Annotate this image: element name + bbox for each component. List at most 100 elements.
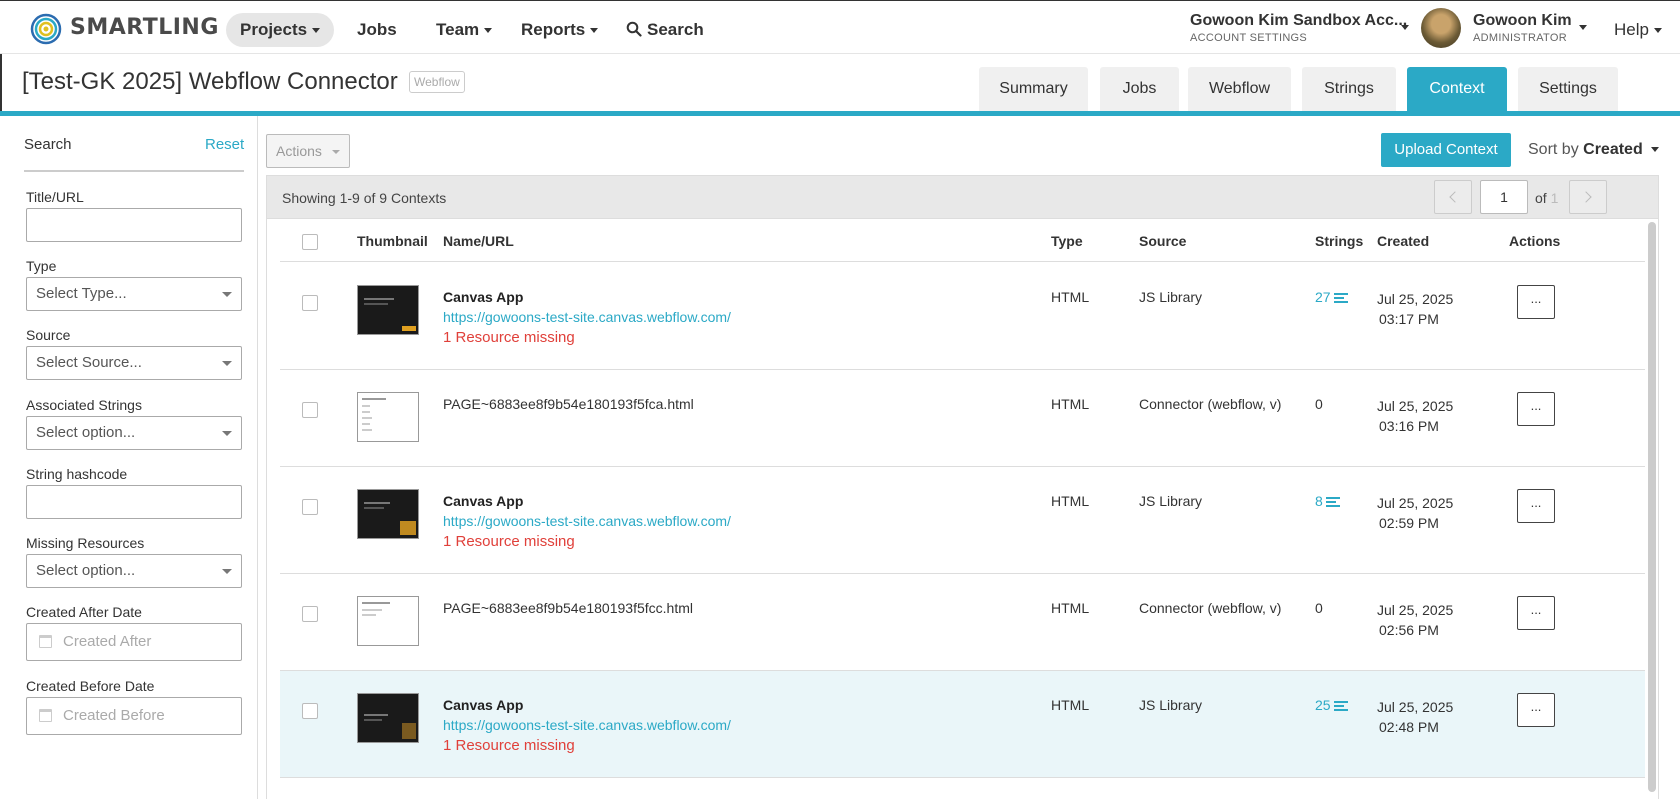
actions-dropdown[interactable]: Actions	[266, 134, 350, 168]
strings-list-icon	[1325, 496, 1340, 508]
row-checkbox[interactable]	[302, 295, 318, 311]
table-row[interactable]: Canvas App https://gowoons-test-site.can…	[280, 671, 1645, 778]
string-hashcode-input[interactable]	[26, 485, 242, 519]
context-file-name[interactable]: PAGE~6883ee8f9b54e180193f5fcc.html	[443, 600, 693, 616]
table-header: Thumbnail Name/URL Type Source Strings C…	[280, 220, 1645, 262]
source-select[interactable]: Select Source...	[26, 346, 242, 380]
created-date-day: Jul 25, 2025	[1377, 699, 1454, 715]
type-select-placeholder: Select Type...	[36, 285, 127, 302]
strings-count-link[interactable]: 27	[1315, 289, 1348, 305]
type-select[interactable]: Select Type...	[26, 277, 242, 311]
created-after-label: Created After Date	[26, 604, 142, 620]
context-thumbnail[interactable]	[357, 392, 419, 442]
context-url-link[interactable]: https://gowoons-test-site.canvas.webflow…	[443, 309, 731, 325]
tab-summary[interactable]: Summary	[979, 67, 1088, 111]
reset-link[interactable]: Reset	[205, 136, 244, 153]
strings-count-link[interactable]: 25	[1315, 697, 1348, 713]
context-file-name[interactable]: PAGE~6883ee8f9b54e180193f5fca.html	[443, 396, 694, 412]
created-after-input[interactable]: Created After	[26, 623, 242, 661]
tab-webflow[interactable]: Webflow	[1188, 67, 1291, 111]
context-type: HTML	[1051, 493, 1090, 509]
nav-projects[interactable]: Projects	[226, 13, 335, 47]
table-row[interactable]: Canvas App https://gowoons-test-site.can…	[280, 467, 1645, 574]
tab-context[interactable]: Context	[1407, 67, 1507, 111]
strings-count-link[interactable]: 8	[1315, 493, 1340, 509]
created-date-time: 03:16 PM	[1379, 418, 1439, 434]
scrollbar[interactable]	[1648, 222, 1656, 792]
context-thumbnail[interactable]	[357, 285, 419, 335]
resource-missing-warning[interactable]: 1 Resource missing	[443, 533, 731, 550]
chevron-down-icon	[222, 569, 232, 574]
row-checkbox[interactable]	[302, 402, 318, 418]
nav-search[interactable]: Search	[612, 13, 718, 47]
user-menu[interactable]: Gowoon Kim ADMINISTRATOR	[1473, 13, 1572, 44]
user-chevron-icon[interactable]	[1579, 25, 1587, 30]
col-source[interactable]: Source	[1139, 233, 1186, 249]
associated-strings-select[interactable]: Select option...	[26, 416, 242, 450]
avatar[interactable]	[1421, 8, 1461, 48]
search-icon	[626, 21, 642, 37]
context-thumbnail[interactable]	[357, 596, 419, 646]
nav-reports-label: Reports	[521, 20, 586, 39]
created-before-input[interactable]: Created Before	[26, 697, 242, 735]
row-actions-button[interactable]: ...	[1517, 489, 1555, 523]
account-chevron-icon[interactable]	[1401, 25, 1409, 30]
row-actions-button[interactable]: ...	[1517, 693, 1555, 727]
title-url-label: Title/URL	[26, 189, 84, 205]
row-actions-button[interactable]: ...	[1517, 392, 1555, 426]
help-menu[interactable]: Help	[1600, 13, 1676, 47]
created-before-placeholder: Created Before	[63, 707, 165, 724]
chevron-down-icon	[1650, 147, 1659, 153]
row-actions-button[interactable]: ...	[1517, 285, 1555, 319]
account-switcher[interactable]: Gowoon Kim Sandbox Acc... ACCOUNT SETTIN…	[1190, 13, 1407, 44]
tab-settings[interactable]: Settings	[1518, 67, 1618, 111]
row-checkbox[interactable]	[302, 606, 318, 622]
context-title: Canvas App	[443, 697, 524, 713]
created-date-day: Jul 25, 2025	[1377, 291, 1454, 307]
row-checkbox[interactable]	[302, 499, 318, 515]
next-page-button[interactable]	[1569, 180, 1607, 214]
col-strings[interactable]: Strings	[1315, 233, 1363, 249]
associated-strings-placeholder: Select option...	[36, 424, 136, 441]
nav-jobs-label: Jobs	[357, 20, 397, 39]
table-row[interactable]: Canvas App https://gowoons-test-site.can…	[280, 263, 1645, 370]
sort-by-dropdown[interactable]: Sort by Created	[1528, 141, 1659, 159]
page-input[interactable]: 1	[1480, 180, 1528, 214]
chevron-down-icon	[312, 28, 321, 34]
tab-strings[interactable]: Strings	[1302, 67, 1396, 111]
resource-missing-warning[interactable]: 1 Resource missing	[443, 737, 731, 754]
context-url-link[interactable]: https://gowoons-test-site.canvas.webflow…	[443, 717, 731, 733]
table-row[interactable]: PAGE~6883ee8f9b54e180193f5fcc.html HTML …	[280, 574, 1645, 671]
tab-jobs[interactable]: Jobs	[1100, 67, 1179, 111]
resource-missing-warning[interactable]: 1 Resource missing	[443, 329, 731, 346]
smartling-logo[interactable]: SMARTLING	[28, 9, 219, 45]
col-created[interactable]: Created	[1377, 233, 1429, 249]
context-thumbnail[interactable]	[357, 693, 419, 743]
created-date-day: Jul 25, 2025	[1377, 398, 1454, 414]
user-name: Gowoon Kim	[1473, 12, 1572, 29]
main-content: Actions Upload Context Sort by Created S…	[258, 116, 1680, 799]
row-checkbox[interactable]	[302, 703, 318, 719]
string-hashcode-label: String hashcode	[26, 466, 128, 482]
prev-page-button[interactable]	[1434, 180, 1472, 214]
table-row[interactable]: PAGE~6883ee8f9b54e180193f5fca.html HTML …	[280, 370, 1645, 467]
missing-resources-select[interactable]: Select option...	[26, 554, 242, 588]
upload-context-button[interactable]: Upload Context	[1381, 133, 1511, 167]
context-type: HTML	[1051, 396, 1090, 412]
title-url-input[interactable]	[26, 208, 242, 242]
row-actions-button[interactable]: ...	[1517, 596, 1555, 630]
nav-reports[interactable]: Reports	[507, 13, 612, 47]
context-url-link[interactable]: https://gowoons-test-site.canvas.webflow…	[443, 513, 731, 529]
calendar-icon	[39, 709, 52, 722]
col-name-url[interactable]: Name/URL	[443, 233, 514, 249]
select-all-checkbox[interactable]	[302, 234, 318, 250]
col-type[interactable]: Type	[1051, 233, 1083, 249]
user-role: ADMINISTRATOR	[1473, 32, 1567, 44]
context-thumbnail[interactable]	[357, 489, 419, 539]
nav-jobs[interactable]: Jobs	[343, 13, 411, 47]
chevron-down-icon	[222, 292, 232, 297]
nav-team[interactable]: Team	[422, 13, 506, 47]
created-date: Jul 25, 2025 02:48 PM	[1377, 697, 1453, 737]
chevron-down-icon	[332, 150, 340, 154]
context-source: JS Library	[1139, 289, 1203, 305]
